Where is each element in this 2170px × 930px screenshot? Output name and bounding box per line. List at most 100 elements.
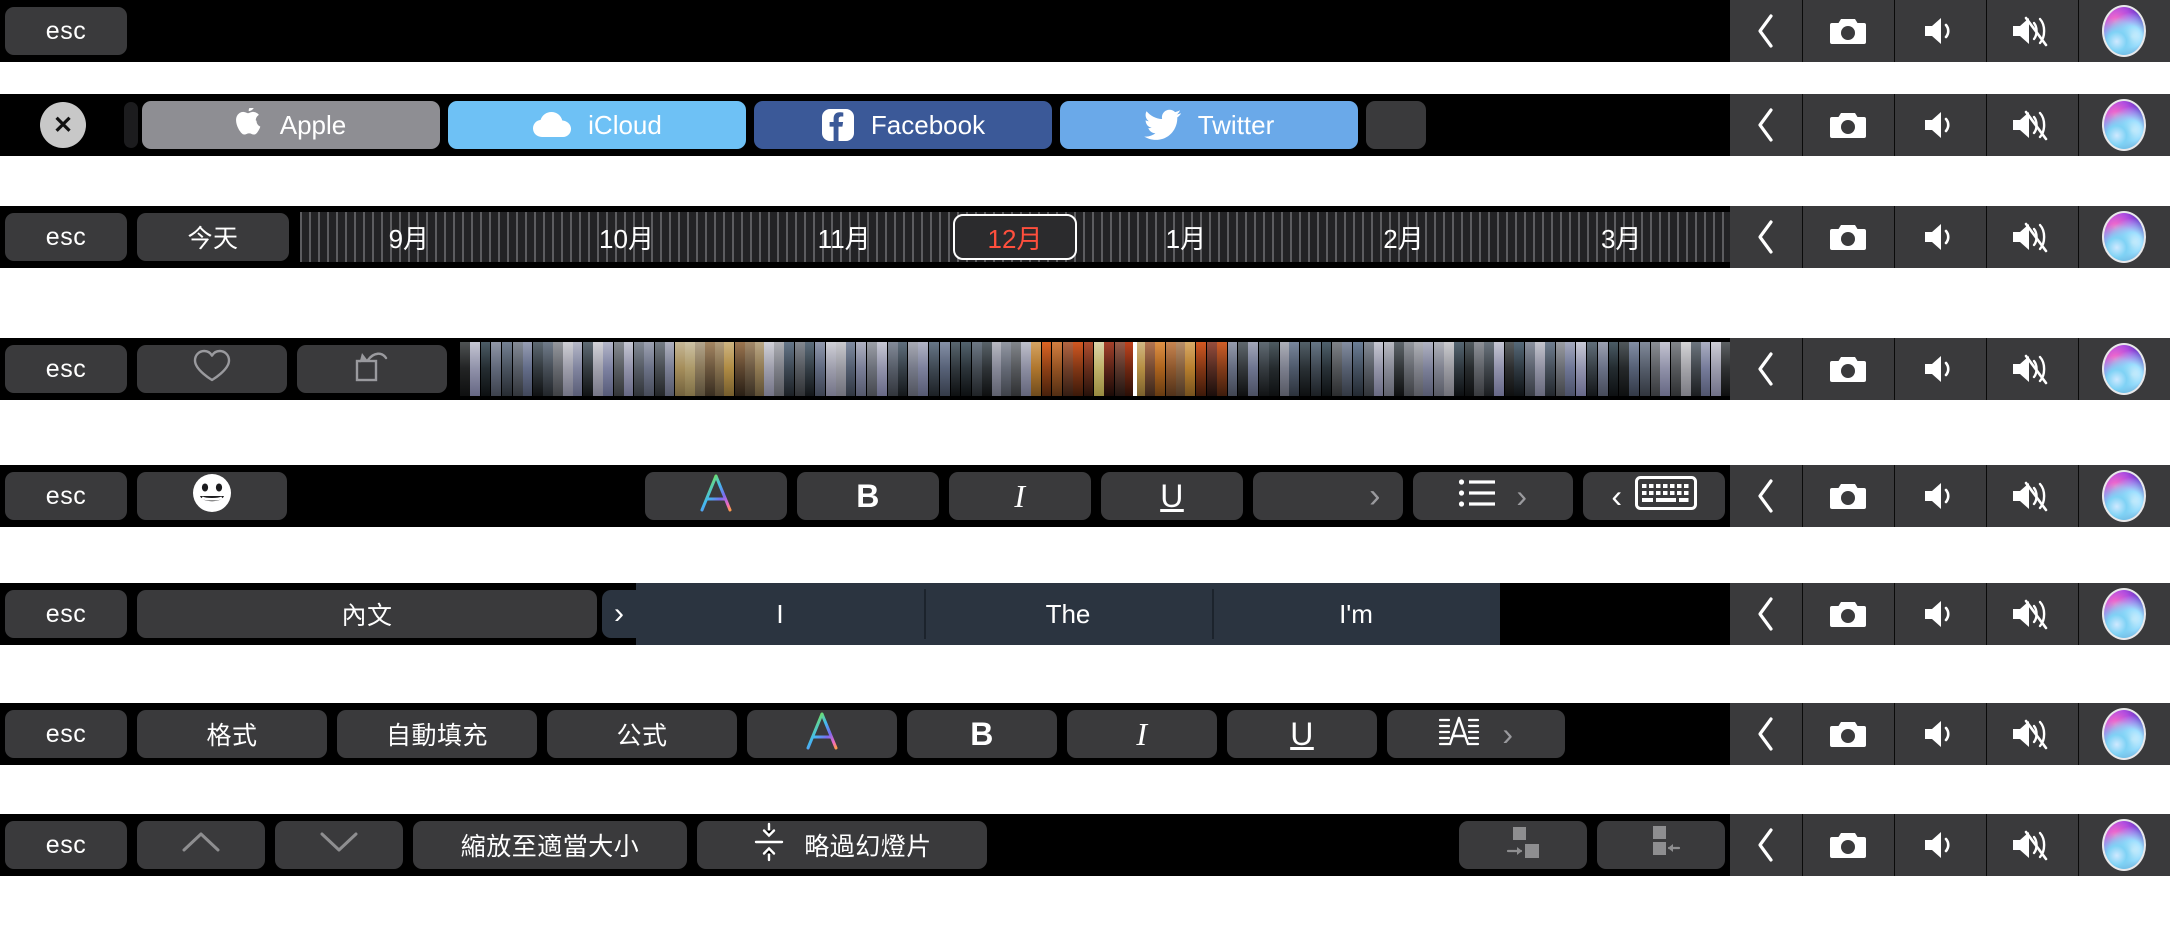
esc-key[interactable]: esc [5,590,127,638]
mute-button[interactable] [1986,338,2078,400]
app-strip-edge[interactable] [1366,101,1426,149]
expand-control-strip-button[interactable] [1730,465,1802,527]
suggestion-item[interactable]: I'm [1212,583,1500,645]
mute-button[interactable] [1986,703,2078,765]
siri-button[interactable] [2078,583,2170,645]
text-color-button[interactable] [645,472,787,520]
volume-up-button[interactable] [1894,338,1986,400]
close-button[interactable]: ✕ [40,102,86,148]
photo-filmstrip[interactable] [460,342,1730,396]
siri-button[interactable] [2078,814,2170,876]
today-button[interactable]: 今天 [137,213,289,261]
volume-up-button[interactable] [1894,703,1986,765]
rotate-button[interactable] [297,345,447,393]
filmstrip-slice [1310,342,1321,396]
text-color-button[interactable] [747,710,897,758]
app-button-icloud[interactable]: iCloud [448,101,746,149]
filmstrip-slice [664,342,675,396]
expand-control-strip-button[interactable] [1730,206,1802,268]
expand-control-strip-button[interactable] [1730,94,1802,156]
siri-button[interactable] [2078,703,2170,765]
calendar-month-selected[interactable]: 12月 [953,214,1078,260]
filmstrip-position-marker [1133,342,1138,396]
calendar-month[interactable]: 9月 [300,212,518,262]
chevron-up-icon [181,829,221,862]
suggestion-item[interactable]: I [636,583,924,645]
siri-button[interactable] [2078,94,2170,156]
mute-button[interactable] [1986,583,2078,645]
mute-button[interactable] [1986,465,2078,527]
screenshot-button[interactable] [1802,338,1894,400]
esc-key[interactable]: esc [5,472,127,520]
calendar-month[interactable]: 1月 [1077,212,1295,262]
esc-key[interactable]: esc [5,345,127,393]
expand-control-strip-button[interactable] [1730,0,1802,62]
volume-up-button[interactable] [1894,465,1986,527]
calendar-month[interactable]: 11月 [735,212,953,262]
suggestion-item[interactable]: The [924,583,1212,645]
filmstrip-slice [533,342,544,396]
calendar-scrubber[interactable]: 9月 10月 11月 12月 1月 2月 3月 [300,212,1730,262]
app-button-apple[interactable]: Apple [142,101,440,149]
italic-button[interactable]: I [949,472,1091,520]
more-text-options-button[interactable]: › [1253,472,1403,520]
expand-control-strip-button[interactable] [1730,338,1802,400]
zoom-to-fit-button[interactable]: 縮放至適當大小 [413,821,687,869]
hide-keyboard-button[interactable]: ‹ [1583,472,1725,520]
screenshot-button[interactable] [1802,583,1894,645]
esc-key[interactable]: esc [5,710,127,758]
siri-button[interactable] [2078,0,2170,62]
emoji-button[interactable] [137,472,287,520]
screenshot-button[interactable] [1802,814,1894,876]
format-button[interactable]: 格式 [137,710,327,758]
screenshot-button[interactable] [1802,206,1894,268]
screenshot-button[interactable] [1802,0,1894,62]
screenshot-button[interactable] [1802,94,1894,156]
mute-button[interactable] [1986,814,2078,876]
screenshot-button[interactable] [1802,703,1894,765]
calendar-month[interactable]: 2月 [1295,212,1513,262]
volume-up-button[interactable] [1894,0,1986,62]
underline-button[interactable]: U [1227,710,1377,758]
mute-button[interactable] [1986,0,2078,62]
esc-key[interactable]: esc [5,7,127,55]
favorite-button[interactable] [137,345,287,393]
volume-up-button[interactable] [1894,583,1986,645]
group-left-button[interactable] [1597,821,1725,869]
group-right-button[interactable] [1459,821,1587,869]
previous-slide-button[interactable] [137,821,265,869]
italic-button[interactable]: I [1067,710,1217,758]
expand-control-strip-button[interactable] [1730,583,1802,645]
filmstrip-slice [522,342,533,396]
volume-up-button[interactable] [1894,814,1986,876]
esc-key[interactable]: esc [5,821,127,869]
calendar-month[interactable]: 3月 [1512,212,1730,262]
skip-slide-button[interactable]: 略過幻燈片 [697,821,987,869]
volume-up-button[interactable] [1894,206,1986,268]
mute-button[interactable] [1986,206,2078,268]
screenshot-button[interactable] [1802,465,1894,527]
autofill-button[interactable]: 自動填充 [337,710,537,758]
bold-button[interactable]: B [907,710,1057,758]
expand-control-strip-button[interactable] [1730,814,1802,876]
siri-button[interactable] [2078,206,2170,268]
next-slide-button[interactable] [275,821,403,869]
text-align-button[interactable]: › [1387,710,1565,758]
filmstrip-slice [950,342,961,396]
expand-suggestions-button[interactable]: › [602,590,636,638]
expand-control-strip-button[interactable] [1730,703,1802,765]
siri-button[interactable] [2078,338,2170,400]
bold-button[interactable]: B [797,472,939,520]
app-button-twitter[interactable]: Twitter [1060,101,1358,149]
paragraph-style-button[interactable]: 內文 [137,590,597,638]
esc-key[interactable]: esc [5,213,127,261]
underline-button[interactable]: U [1101,472,1243,520]
list-button[interactable]: › [1413,472,1573,520]
filmstrip-slice [562,342,573,396]
mute-button[interactable] [1986,94,2078,156]
formula-button[interactable]: 公式 [547,710,737,758]
volume-up-button[interactable] [1894,94,1986,156]
calendar-month[interactable]: 10月 [518,212,736,262]
app-button-facebook[interactable]: Facebook [754,101,1052,149]
siri-button[interactable] [2078,465,2170,527]
